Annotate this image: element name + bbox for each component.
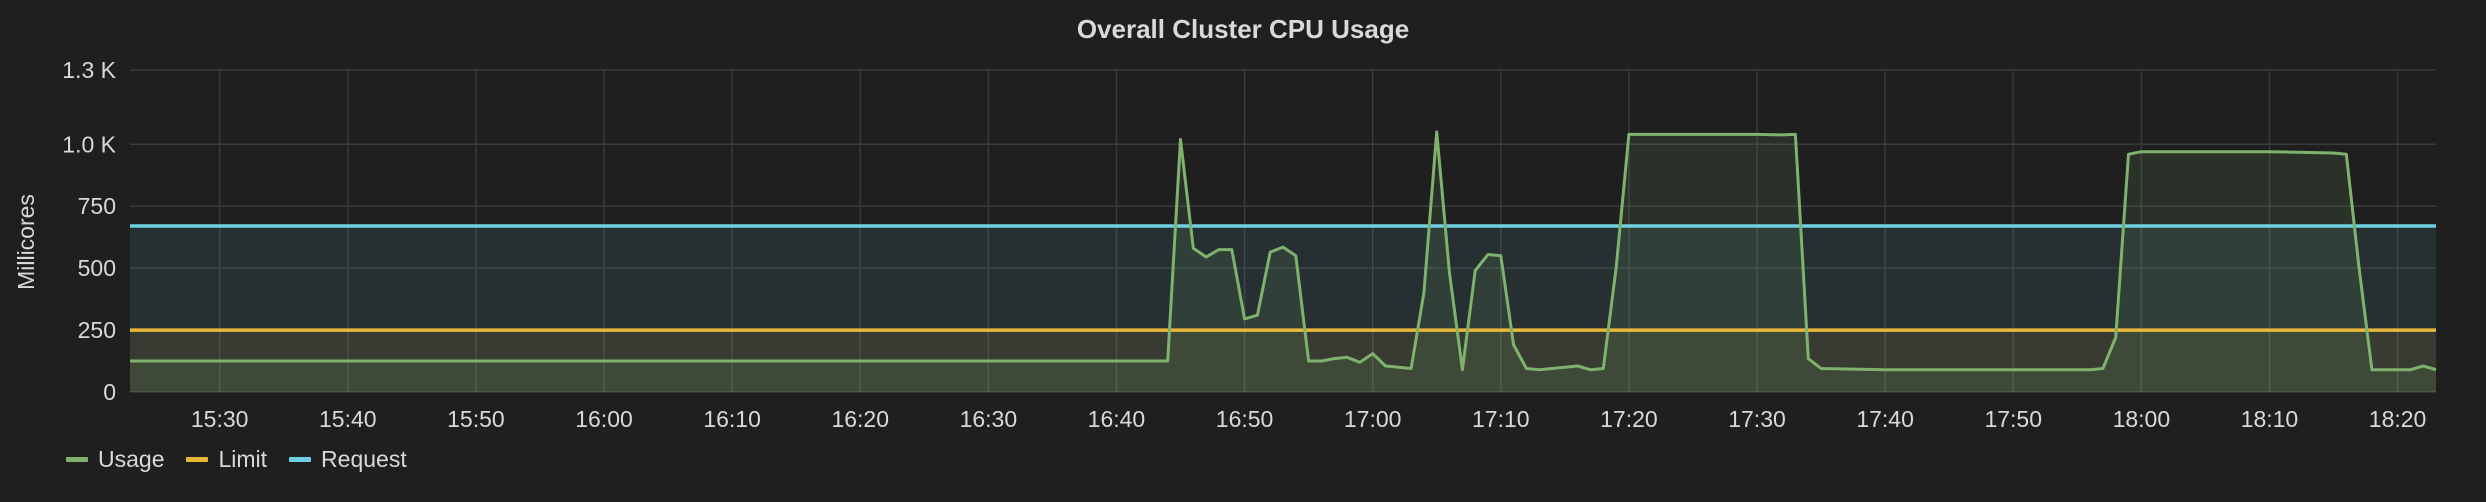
legend-item-limit[interactable]: Limit [186, 446, 267, 473]
x-tick-label: 17:40 [1856, 406, 1914, 432]
x-tick-label: 16:20 [831, 406, 889, 432]
x-tick-label: 16:00 [575, 406, 633, 432]
legend-label-request: Request [321, 446, 407, 472]
x-tick-label: 17:10 [1472, 406, 1530, 432]
y-tick-label: 0 [103, 379, 116, 405]
x-tick-label: 17:20 [1600, 406, 1658, 432]
x-tick-label: 17:00 [1344, 406, 1402, 432]
chart-panel: Overall Cluster CPU Usage Millicores 0 25… [0, 0, 2486, 502]
x-tick-label: 18:10 [2241, 406, 2299, 432]
x-tick-label: 18:20 [2369, 406, 2427, 432]
x-tick-label: 15:40 [319, 406, 377, 432]
y-tick-label: 1.3 K [62, 57, 116, 83]
chart-legend: Usage Limit Request [66, 446, 407, 473]
legend-label-limit: Limit [218, 446, 268, 472]
x-tick-label: 15:50 [447, 406, 505, 432]
y-tick-label: 500 [78, 255, 116, 281]
legend-swatch-limit [186, 457, 209, 462]
legend-item-request[interactable]: Request [289, 446, 407, 473]
x-tick-label: 18:00 [2113, 406, 2171, 432]
legend-swatch-request [289, 457, 312, 462]
y-tick-label: 1.0 K [62, 131, 116, 157]
chart-title: Overall Cluster CPU Usage [1077, 14, 1409, 44]
y-tick-label: 750 [78, 193, 116, 219]
legend-swatch-usage [66, 457, 88, 462]
x-tick-label: 16:50 [1216, 406, 1274, 432]
chart-svg: Overall Cluster CPU Usage Millicores 0 25… [13, 14, 2437, 432]
x-tick-label: 16:30 [960, 406, 1018, 432]
x-tick-label: 16:10 [703, 406, 761, 432]
x-tick-label: 15:30 [191, 406, 249, 432]
y-tick-label: 250 [78, 317, 116, 343]
x-tick-label: 17:50 [1984, 406, 2042, 432]
x-tick-label: 17:30 [1728, 406, 1786, 432]
x-tick-label: 16:40 [1088, 406, 1146, 432]
y-axis-label: Millicores [13, 194, 39, 290]
legend-label-usage: Usage [98, 446, 165, 472]
legend-item-usage[interactable]: Usage [66, 446, 164, 473]
